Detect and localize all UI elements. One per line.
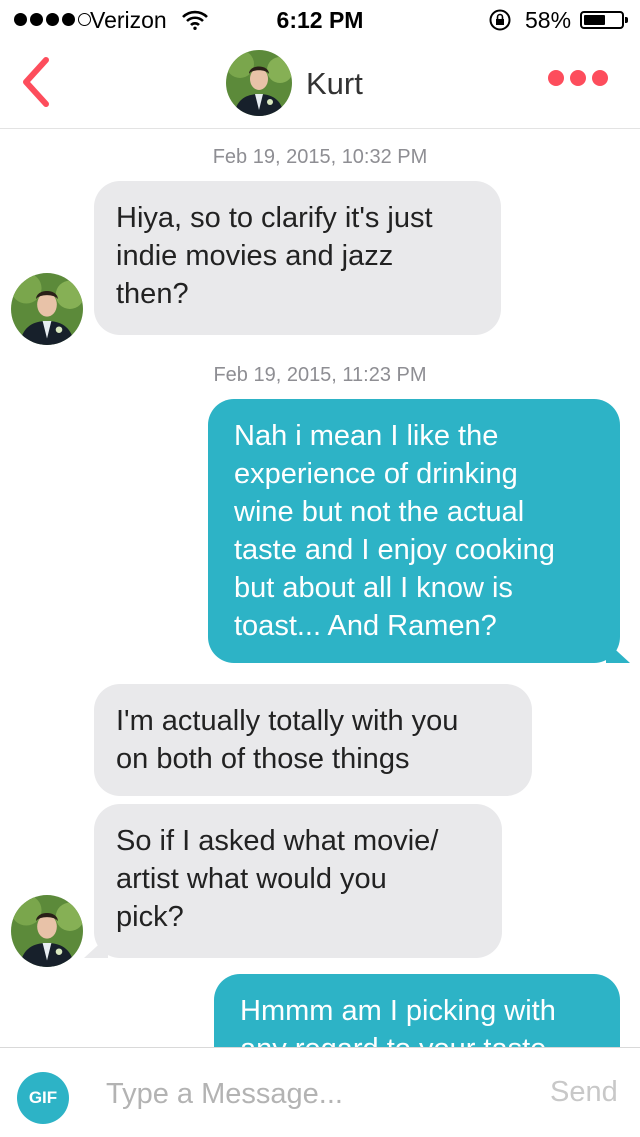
back-button[interactable] — [14, 54, 62, 110]
outgoing-message[interactable]: Nah i mean I like the experience of drin… — [208, 399, 620, 663]
incoming-message[interactable]: So if I asked what movie/ artist what wo… — [94, 804, 502, 958]
rotation-lock-icon — [488, 8, 512, 38]
avatar[interactable] — [226, 50, 292, 116]
battery-percentage: 58% — [525, 7, 572, 33]
message-list[interactable]: Feb 19, 2015, 10:32 PM Hiya, so to clari… — [0, 129, 640, 1047]
status-bar: Verizon 6:12 PM 58% — [0, 0, 640, 40]
send-button[interactable]: Send — [550, 1076, 618, 1109]
message-input[interactable] — [106, 1072, 526, 1116]
more-options-button[interactable] — [548, 70, 608, 86]
message-input-bar: GIF Send — [0, 1047, 640, 1137]
incoming-message[interactable]: Hiya, so to clarify it's just indie movi… — [94, 181, 501, 335]
battery-icon — [580, 11, 628, 29]
outgoing-message[interactable]: Hmmm am I picking with any regard to you… — [214, 974, 620, 1047]
chevron-left-icon — [23, 57, 49, 107]
timestamp: Feb 19, 2015, 10:32 PM — [212, 146, 428, 168]
timestamp: Feb 19, 2015, 11:23 PM — [213, 364, 427, 386]
incoming-message[interactable]: I'm actually totally with you on both of… — [94, 684, 532, 796]
contact-name[interactable]: Kurt — [306, 66, 363, 102]
gif-button[interactable]: GIF — [17, 1072, 69, 1124]
more-dots-icon — [548, 70, 564, 86]
chat-header: Kurt — [0, 40, 640, 129]
avatar[interactable] — [11, 895, 83, 967]
avatar[interactable] — [11, 273, 83, 345]
